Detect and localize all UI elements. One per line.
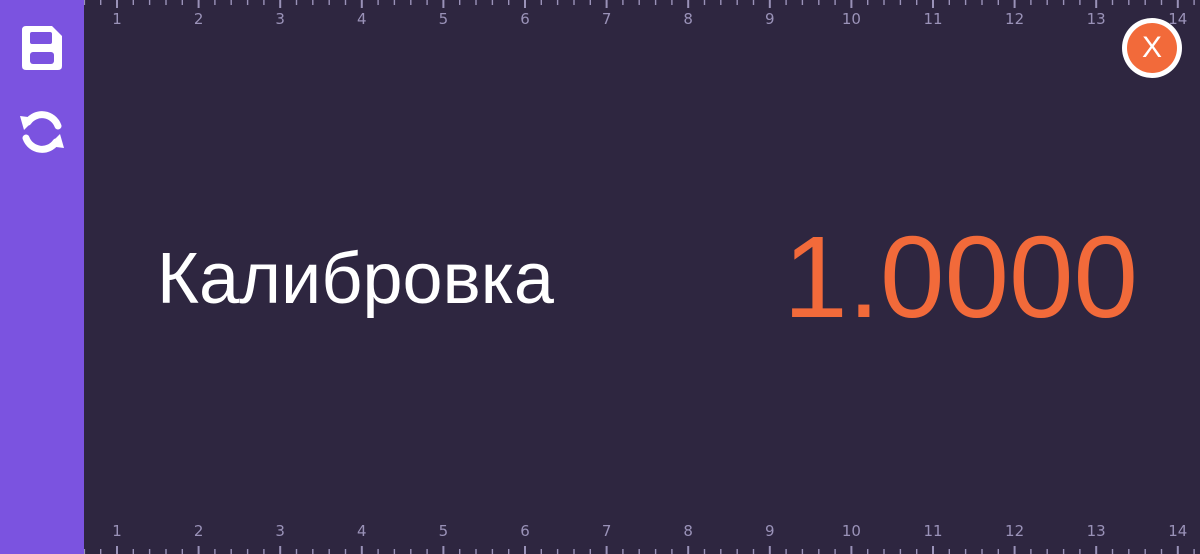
ruler-label: 11 (923, 10, 943, 28)
ruler-label: 8 (683, 522, 693, 540)
ruler-label: 6 (520, 10, 530, 28)
save-icon (22, 26, 62, 70)
ruler-label: 12 (1005, 522, 1025, 540)
ruler-label: 7 (601, 10, 612, 28)
save-button[interactable] (16, 22, 68, 74)
ruler-label: 9 (765, 522, 775, 540)
ruler-label: 13 (1086, 10, 1106, 28)
ruler-bottom-ticks (84, 546, 1195, 554)
calibration-screen: 1 2 3 4 5 6 7 8 9 10 11 12 13 14 1 2 3 4 5 6 7 8 9 10 11 12 13 14 … (0, 0, 1200, 554)
ruler-label: 4 (357, 10, 367, 28)
ruler-label: 12 (1005, 10, 1025, 28)
ruler-label: 9 (765, 10, 775, 28)
ruler-label: 10 (841, 522, 861, 540)
sidebar (0, 0, 84, 554)
ruler-label: 13 (1086, 522, 1106, 540)
ruler-label: 5 (438, 522, 449, 540)
close-icon: X (1127, 23, 1177, 73)
ruler-label: 7 (601, 522, 612, 540)
ruler-label: 5 (438, 10, 449, 28)
ruler-label: 4 (357, 522, 367, 540)
ruler-label: 8 (683, 10, 693, 28)
sync-button[interactable] (16, 106, 68, 158)
calibration-value: 1.0000 (783, 212, 1138, 342)
ruler-label: 3 (275, 522, 285, 540)
ruler-label: 2 (193, 522, 204, 540)
ruler-top: 1 2 3 4 5 6 7 8 9 10 11 12 13 14 (84, 0, 1200, 40)
ruler-label: 10 (841, 10, 861, 28)
close-button[interactable]: X (1122, 18, 1182, 78)
ruler-label: 3 (275, 10, 285, 28)
ruler-label: 2 (193, 10, 204, 28)
ruler-bottom: 1 2 3 4 5 6 7 8 9 10 11 12 13 14 (84, 514, 1200, 554)
page-title: Калибровка (157, 239, 554, 319)
ruler-label: 6 (520, 522, 530, 540)
ruler-label: 1 (112, 10, 122, 28)
ruler-label: 14 (1168, 522, 1188, 540)
sync-icon (20, 111, 64, 153)
ruler-top-ticks (84, 0, 1195, 8)
ruler-label: 11 (923, 522, 943, 540)
ruler-label: 1 (112, 522, 122, 540)
